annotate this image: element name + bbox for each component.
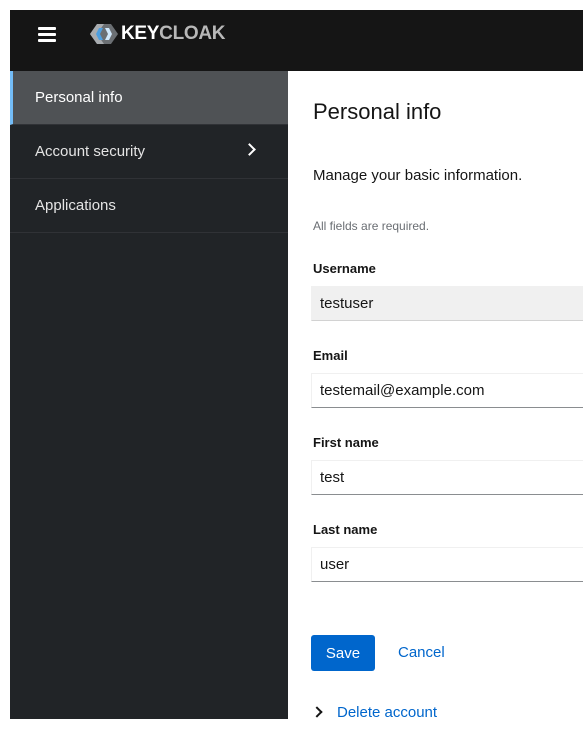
app-window: KEYCLOAK Personal info Account security … [10, 10, 583, 719]
chevron-right-icon [311, 706, 323, 718]
masthead: KEYCLOAK [10, 10, 583, 71]
first-name-field[interactable] [311, 460, 583, 495]
save-button[interactable]: Save [311, 635, 375, 671]
email-label: Email [313, 348, 348, 363]
cancel-button[interactable]: Cancel [398, 635, 445, 671]
sidebar-item-applications[interactable]: Applications [10, 179, 288, 233]
page-title: Personal info [313, 99, 442, 124]
keycloak-logo-icon [90, 24, 118, 44]
username-field[interactable] [311, 286, 583, 321]
required-note: All fields are required. [313, 219, 430, 233]
sidebar-item-account-security[interactable]: Account security [10, 125, 288, 179]
first-name-label: First name [313, 435, 379, 450]
delete-account-label: Delete account [337, 703, 438, 720]
last-name-field[interactable] [311, 547, 583, 582]
username-label: Username [313, 261, 376, 276]
email-field[interactable] [311, 373, 583, 408]
delete-account-toggle[interactable]: Delete account [311, 701, 438, 720]
brand-text: KEYCLOAK [121, 23, 226, 44]
sidebar-item-label: Personal info [35, 89, 123, 106]
page-description: Manage your basic information. [313, 167, 523, 184]
brand-logo[interactable]: KEYCLOAK [89, 22, 226, 46]
sidebar: Personal info Account security Applicati… [10, 71, 288, 719]
last-name-label: Last name [313, 522, 378, 537]
sidebar-item-label: Applications [35, 197, 116, 214]
main-content: Personal info Manage your basic informat… [288, 71, 583, 719]
sidebar-item-label: Account security [35, 143, 146, 160]
hamburger-icon[interactable] [38, 27, 56, 43]
chevron-right-icon [243, 143, 256, 156]
sidebar-item-personal-info[interactable]: Personal info [10, 71, 288, 125]
